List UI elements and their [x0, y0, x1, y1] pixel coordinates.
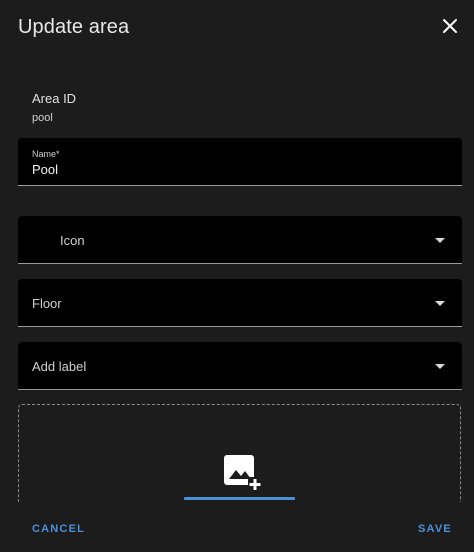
floor-select[interactable]: Floor: [18, 279, 462, 327]
dropdown-arrow-icon: [435, 301, 445, 306]
area-id-label: Area ID: [32, 91, 77, 106]
upload-picture-button[interactable]: [222, 452, 262, 492]
cancel-button[interactable]: CANCEL: [32, 523, 85, 535]
image-plus-icon: [224, 455, 262, 491]
icon-picker-placeholder: Icon: [60, 233, 85, 248]
close-icon: [443, 19, 457, 33]
upload-progress-bar: [184, 497, 295, 500]
label-select[interactable]: Add label: [18, 342, 462, 390]
area-id-value: pool: [32, 112, 53, 124]
label-select-placeholder: Add label: [32, 359, 87, 374]
close-button[interactable]: [436, 12, 464, 40]
update-area-dialog: Update area Area ID pool Name* Pool Icon…: [0, 0, 474, 552]
dropdown-arrow-icon: [435, 364, 445, 369]
name-field-value[interactable]: Pool: [32, 162, 58, 177]
icon-picker[interactable]: Icon: [18, 216, 462, 264]
save-button[interactable]: SAVE: [418, 523, 452, 535]
name-field[interactable]: Name* Pool: [18, 138, 462, 186]
dropdown-arrow-icon: [435, 238, 445, 243]
floor-select-placeholder: Floor: [32, 296, 62, 311]
name-field-label: Name*: [32, 149, 60, 159]
dialog-title: Update area: [18, 16, 130, 38]
